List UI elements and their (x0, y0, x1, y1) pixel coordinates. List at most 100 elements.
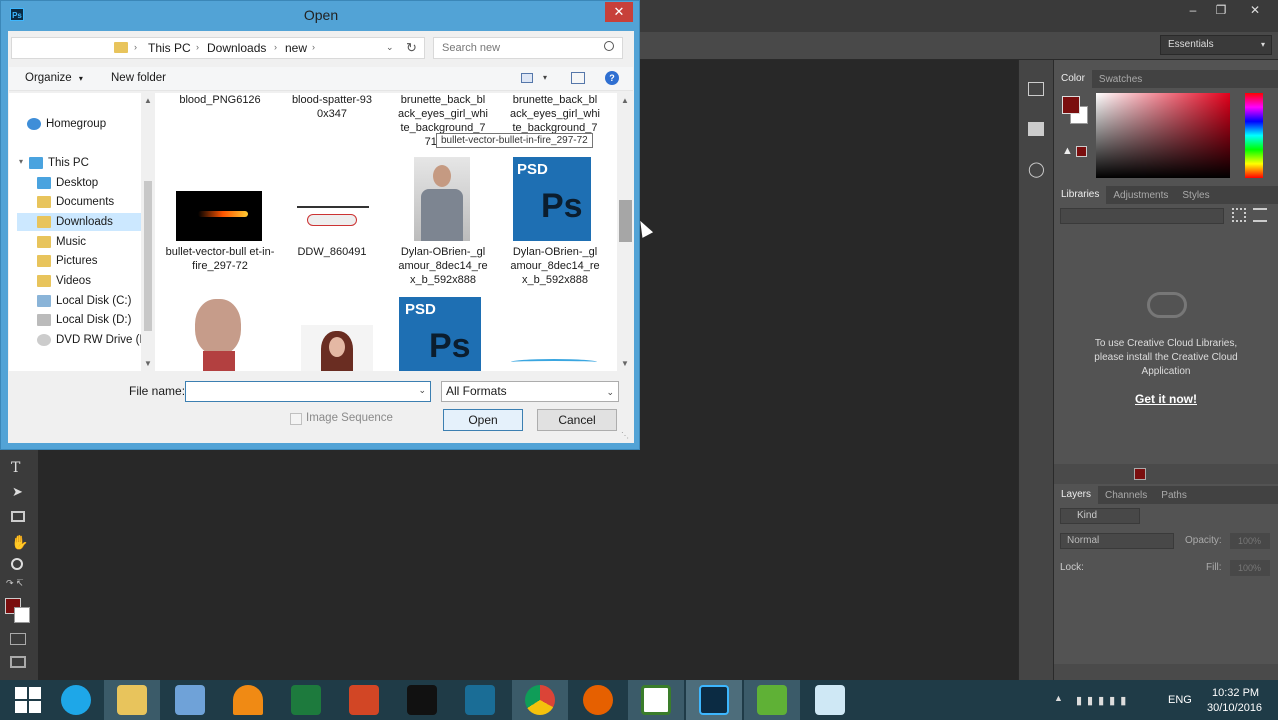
breadcrumb-new[interactable]: new (285, 41, 307, 55)
change-view-icon[interactable] (521, 73, 533, 83)
hand-tool-icon[interactable]: ✋ (11, 534, 28, 551)
taskbar-media-app[interactable] (394, 680, 450, 720)
language-indicator[interactable]: ENG (1168, 694, 1192, 706)
help-icon[interactable]: ? (605, 71, 619, 85)
taskbar-internet-explorer[interactable] (48, 680, 104, 720)
psd-file-thumbnail[interactable]: PSD Ps (399, 297, 481, 371)
get-it-now-link[interactable]: Get it now! (1114, 392, 1218, 406)
tab-layers[interactable]: Layers (1054, 486, 1099, 504)
new-folder-button[interactable]: New folder (111, 72, 166, 84)
breadcrumb-this-pc[interactable]: This PC (148, 41, 191, 55)
layer-filter-kind[interactable]: Kind (1060, 508, 1140, 524)
tab-adjustments[interactable]: Adjustments (1106, 190, 1175, 201)
file-name-dropdown-chevron-icon[interactable]: ⌄ (418, 385, 426, 396)
photo-thumbnail[interactable] (414, 157, 470, 241)
preview-pane-icon[interactable] (571, 72, 585, 84)
file-item[interactable]: blood-spatter-93 0x347 (276, 93, 388, 121)
file-item[interactable]: Dylan-OBrien-_gl amour_8dec14_re x_b_592… (387, 245, 499, 287)
format-select[interactable]: All Formats ⌄ (441, 381, 619, 402)
taskbar-cube-app[interactable] (162, 680, 218, 720)
blend-mode-select[interactable]: Normal (1060, 533, 1174, 549)
taskbar-firefox[interactable] (570, 680, 626, 720)
taskbar-notepad[interactable] (802, 680, 858, 720)
open-button[interactable]: Open (443, 409, 523, 431)
system-tray-icons[interactable]: ▮▮▮▮▮ (1076, 694, 1131, 707)
tab-channels[interactable]: Channels (1098, 490, 1154, 501)
address-bar[interactable]: › This PC › Downloads › new › ⌄ ↻ (11, 37, 425, 59)
nav-item-local-disk-c[interactable]: Local Disk (C:) (37, 292, 131, 310)
nav-item-dvd-drive[interactable]: DVD RW Drive (F: (37, 331, 150, 349)
tab-paths[interactable]: Paths (1154, 490, 1194, 501)
file-name-input[interactable]: ⌄ (185, 381, 431, 402)
refresh-icon[interactable]: ↻ (406, 40, 417, 56)
nav-scroll-thumb[interactable] (144, 181, 152, 331)
scroll-up-chevron-icon[interactable]: ▲ (144, 96, 152, 105)
expand-chevron-icon[interactable]: ▾ (19, 157, 23, 166)
face-thumbnail[interactable] (187, 295, 251, 371)
tab-swatches[interactable]: Swatches (1092, 74, 1149, 85)
file-item[interactable]: DDW_860491 (276, 245, 388, 259)
scroll-down-chevron-icon[interactable]: ▼ (621, 359, 629, 368)
restore-icon[interactable]: ❐ (1206, 0, 1236, 20)
swap-colors-icon[interactable]: ↷ ↸ (6, 578, 24, 589)
dialog-close-button[interactable]: ✕ (605, 2, 633, 22)
type-tool-icon[interactable]: T (11, 460, 20, 476)
taskbar-powerpoint[interactable] (336, 680, 392, 720)
nav-item-documents[interactable]: Documents (37, 193, 114, 211)
scroll-down-chevron-icon[interactable]: ▼ (144, 359, 152, 368)
file-item[interactable]: Dylan-OBrien-_gl amour_8dec14_re x_b_592… (499, 245, 611, 287)
organize-button[interactable]: Organize ▾ (25, 72, 83, 84)
foreground-color-chip[interactable] (1062, 96, 1080, 114)
woman-thumbnail[interactable] (301, 325, 373, 371)
minimize-icon[interactable]: – (1178, 0, 1208, 20)
taskbar-photoshop[interactable] (686, 680, 742, 720)
scroll-up-chevron-icon[interactable]: ▲ (621, 96, 629, 105)
nav-item-downloads[interactable]: Downloads (17, 213, 147, 231)
wave-thumbnail[interactable] (511, 355, 597, 369)
psd-file-thumbnail[interactable]: PSD Ps (511, 157, 593, 241)
path-select-tool-icon[interactable]: ➤ (12, 484, 23, 500)
properties-icon[interactable] (1028, 122, 1044, 136)
file-scroll-thumb[interactable] (619, 200, 632, 242)
taskbar-camtasia-recorder[interactable] (744, 680, 800, 720)
gamut-color-chip[interactable] (1076, 146, 1087, 157)
file-item[interactable]: blood_PNG6126 (164, 93, 276, 107)
nav-item-music[interactable]: Music (37, 233, 86, 251)
workspace-switcher[interactable]: Essentials ▾ (1160, 35, 1272, 55)
cancel-button[interactable]: Cancel (537, 409, 617, 431)
clock-time[interactable]: 10:32 PM (1212, 687, 1259, 699)
taskbar-camtasia[interactable] (628, 680, 684, 720)
nav-item-desktop[interactable]: Desktop (37, 174, 98, 192)
view-menu-chevron-icon[interactable]: ▾ (543, 73, 547, 82)
address-dropdown-chevron-icon[interactable]: ⌄ (386, 42, 394, 53)
fill-field[interactable]: 100% (1230, 560, 1270, 576)
file-list-scrollbar[interactable]: ▲ ▼ (617, 93, 634, 371)
screen-mode-icon[interactable] (10, 656, 26, 668)
taskbar-file-explorer[interactable] (104, 680, 160, 720)
file-item[interactable]: bullet-vector-bull et-in-fire_297-72 (164, 245, 276, 273)
show-hidden-icons-chevron-icon[interactable]: ▲ (1054, 693, 1063, 703)
close-icon[interactable]: ✕ (1240, 0, 1270, 20)
search-input[interactable]: Search new (442, 42, 500, 54)
3d-icon[interactable]: ◯ (1028, 160, 1045, 178)
rectangle-tool-icon[interactable] (11, 511, 25, 522)
hue-slider[interactable] (1245, 93, 1263, 178)
taskbar-blue-app[interactable] (452, 680, 508, 720)
background-color-swatch[interactable] (14, 607, 30, 623)
zoom-tool-icon[interactable] (11, 558, 23, 570)
tab-styles[interactable]: Styles (1175, 190, 1216, 201)
nav-item-videos[interactable]: Videos (37, 272, 91, 290)
nav-scrollbar[interactable]: ▲ ▼ (141, 93, 155, 371)
image-sequence-checkbox[interactable] (290, 413, 302, 425)
library-color-chip[interactable] (1134, 468, 1146, 480)
nav-item-this-pc[interactable]: This PC (29, 154, 89, 172)
tab-color[interactable]: Color (1054, 70, 1092, 88)
library-select[interactable] (1060, 208, 1224, 224)
helicopter-thumbnail[interactable] (291, 198, 375, 238)
clock-date[interactable]: 30/10/2016 (1207, 702, 1262, 714)
taskbar-excel[interactable] (278, 680, 334, 720)
history-icon[interactable] (1028, 82, 1044, 96)
nav-item-pictures[interactable]: Pictures (37, 252, 98, 270)
breadcrumb-downloads[interactable]: Downloads (207, 41, 266, 55)
quick-mask-icon[interactable] (10, 633, 26, 645)
